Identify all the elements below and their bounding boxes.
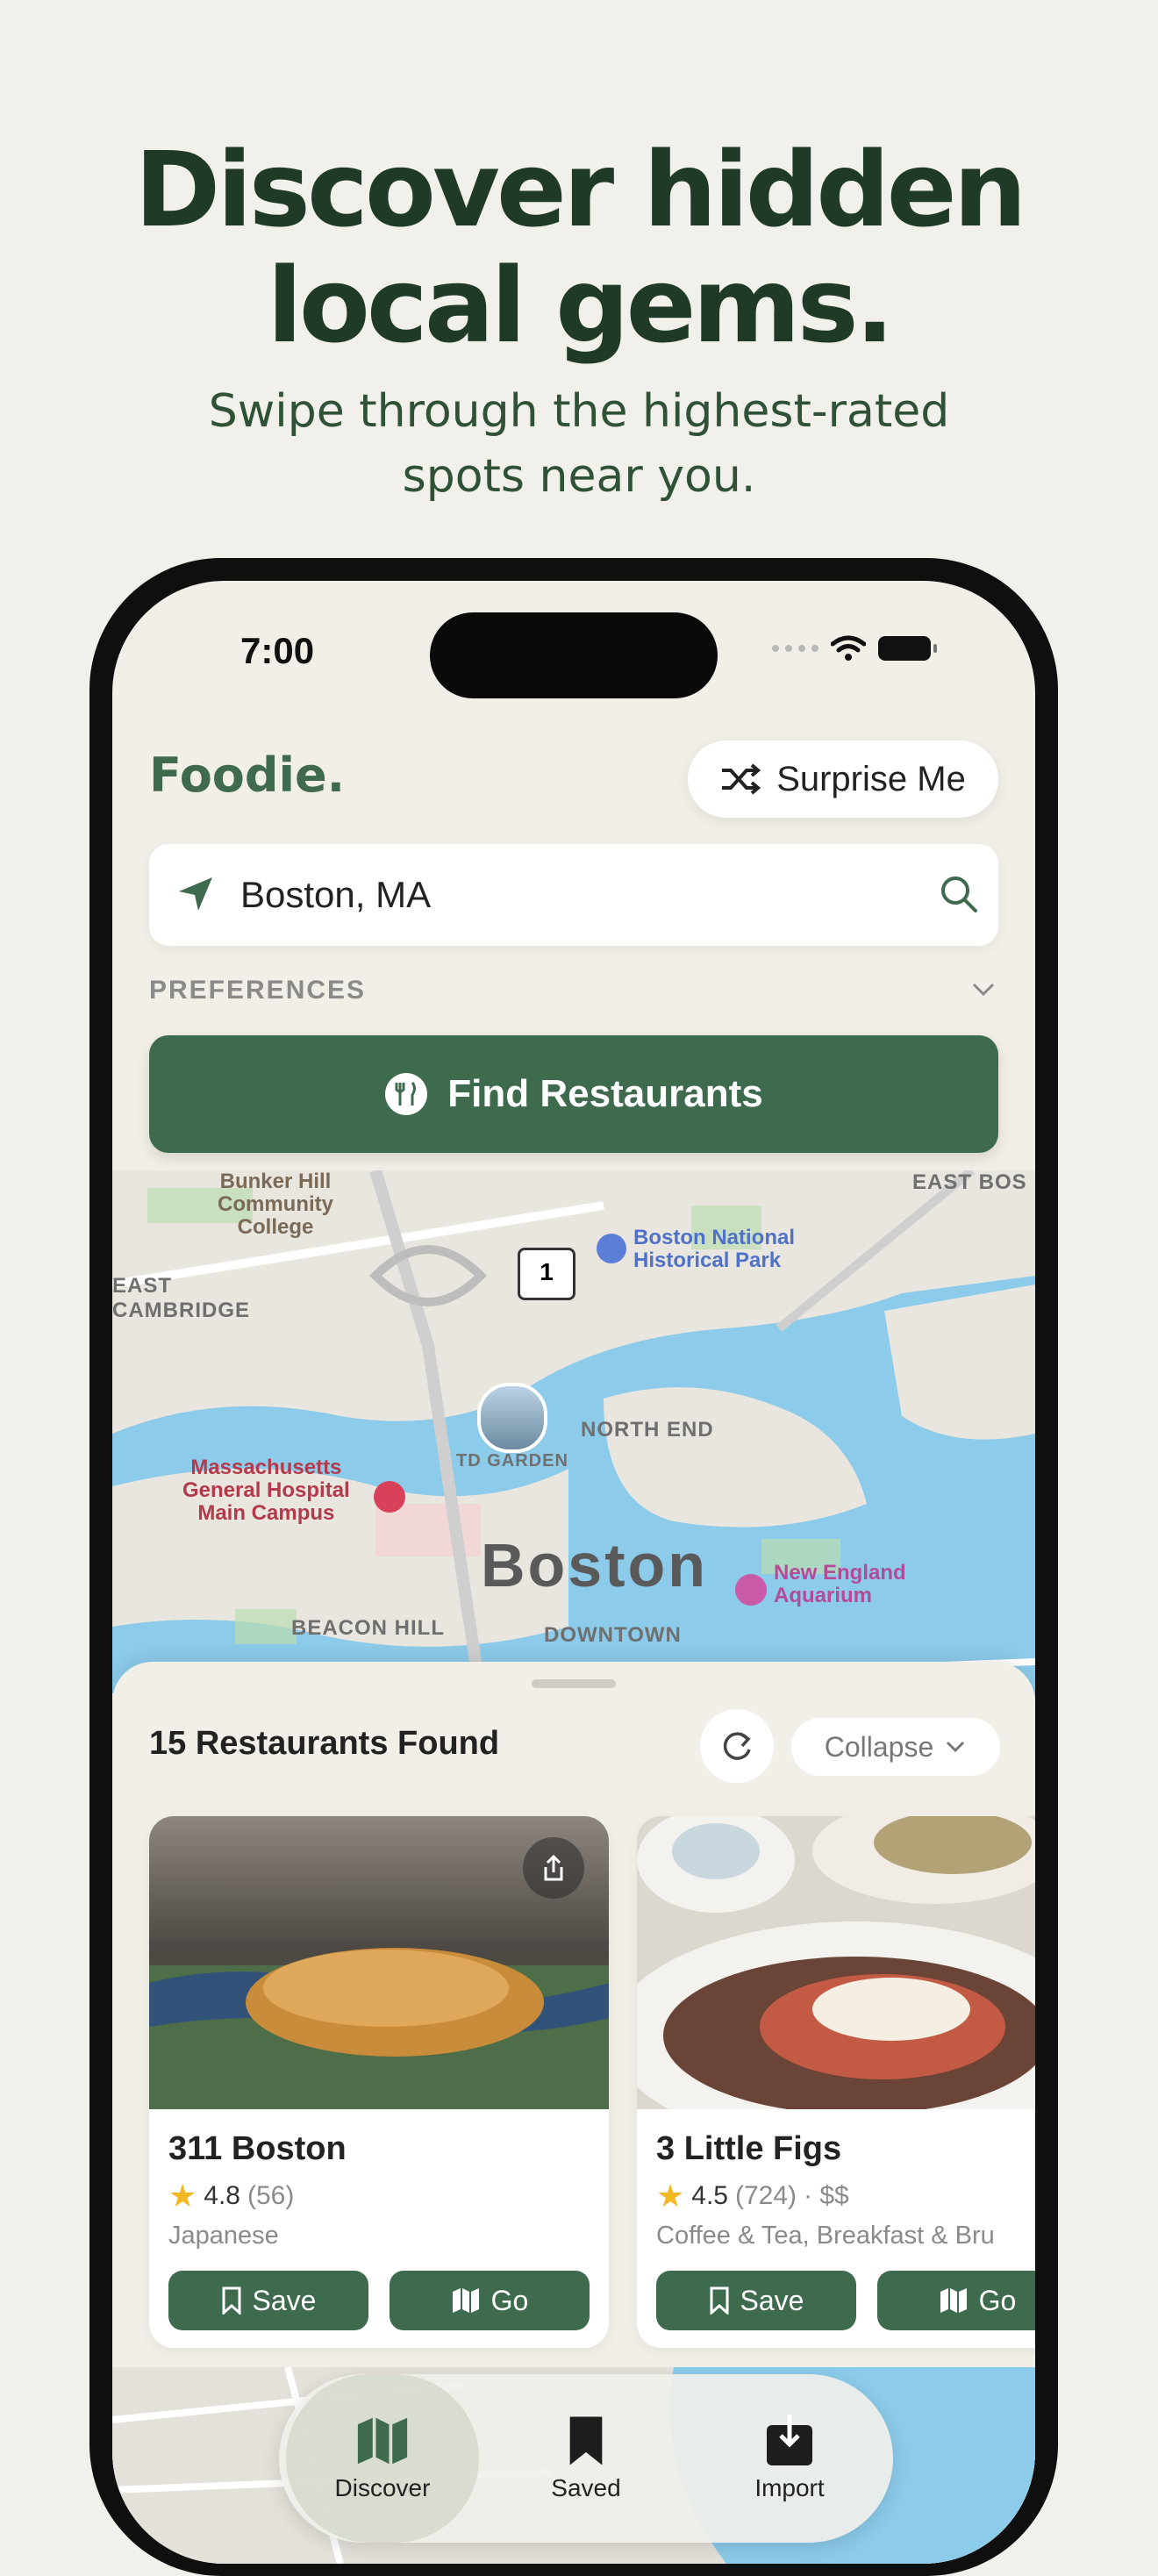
save-label: Save — [252, 2284, 317, 2316]
aquarium-marker-icon[interactable] — [735, 1574, 767, 1606]
preferences-toggle[interactable]: PREFERENCES — [149, 976, 366, 1005]
tab-import-label: Import — [754, 2474, 825, 2501]
tab-saved[interactable]: Saved — [490, 2374, 683, 2543]
map-label-east-boston: EAST BOS — [912, 1170, 1027, 1194]
import-icon — [767, 2415, 812, 2465]
restaurant-rating: ★ 4.5 (724) · $$ — [656, 2178, 849, 2215]
place-photo-marker[interactable] — [477, 1383, 547, 1453]
app-logo: Foodie. — [149, 748, 346, 803]
save-button[interactable]: Save — [656, 2271, 856, 2330]
find-restaurants-label: Find Restaurants — [447, 1072, 763, 1115]
save-button[interactable]: Save — [168, 2271, 368, 2330]
restaurant-name: 3 Little Figs — [656, 2130, 842, 2167]
find-restaurants-button[interactable]: Find Restaurants — [149, 1035, 998, 1153]
shuffle-icon — [722, 763, 761, 795]
marketing-subhead: Swipe through the highest-rated spots ne… — [0, 379, 1158, 509]
restaurant-category: Japanese — [168, 2222, 279, 2250]
park-marker-icon[interactable] — [597, 1234, 626, 1263]
review-count: (56) — [247, 2181, 295, 2210]
phone-screen: 7:00 Foodie. Surprise Me Boston, MA PREF… — [112, 581, 1035, 2564]
map-label-north-end: NORTH END — [581, 1418, 714, 1442]
status-icons — [772, 635, 937, 662]
bookmark-icon — [710, 2286, 729, 2315]
search-icon[interactable] — [939, 874, 979, 914]
headline-line-1: Discover hidden — [134, 129, 1026, 250]
chevron-down-icon[interactable] — [969, 976, 998, 1002]
marketing-headline: Discover hidden local gems. — [0, 132, 1158, 363]
utensils-icon — [385, 1073, 428, 1115]
restaurant-photo — [637, 1816, 1035, 2109]
signal-icon — [772, 645, 818, 652]
rating-value: 4.5 — [691, 2181, 728, 2210]
map-view[interactable]: Bunker Hill Community College EAST CAMBR… — [112, 1170, 1035, 1714]
restaurant-card[interactable]: 311 Boston ★ 4.8 (56) Japanese Save Go — [149, 1816, 609, 2348]
map-label-national-park: Boston National Historical Park — [633, 1226, 795, 1272]
restaurant-rating: ★ 4.8 (56) — [168, 2178, 294, 2215]
map-label-downtown: DOWNTOWN — [544, 1623, 682, 1647]
review-count: (724) — [735, 2181, 797, 2210]
subhead-line-1: Swipe through the highest-rated — [208, 385, 950, 438]
restaurant-category: Coffee & Tea, Breakfast & Bru — [656, 2222, 995, 2250]
tab-bar: Discover Saved Import — [279, 2374, 893, 2543]
headline-line-2: local gems. — [267, 245, 894, 366]
tab-discover[interactable]: Discover — [286, 2374, 479, 2543]
location-arrow-icon — [179, 877, 212, 911]
restaurant-card[interactable]: 3 Little Figs ★ 4.5 (724) · $$ Coffee & … — [637, 1816, 1035, 2348]
price-level: · $$ — [804, 2181, 849, 2210]
collapse-label: Collapse — [824, 1730, 934, 1763]
battery-icon — [878, 636, 937, 661]
go-label: Go — [978, 2284, 1017, 2316]
surprise-me-label: Surprise Me — [776, 759, 966, 798]
chevron-down-icon — [947, 1741, 965, 1753]
sheet-handle[interactable] — [532, 1679, 616, 1688]
map-icon — [357, 2417, 408, 2465]
star-icon: ★ — [168, 2178, 197, 2214]
map-label-beacon-hill: BEACON HILL — [291, 1616, 445, 1640]
go-button[interactable]: Go — [877, 2271, 1035, 2330]
wifi-icon — [831, 635, 866, 661]
bookmark-icon — [222, 2286, 241, 2315]
go-label: Go — [490, 2284, 529, 2316]
restaurant-name: 311 Boston — [168, 2130, 347, 2167]
status-time: 7:00 — [240, 630, 315, 671]
collapse-button[interactable]: Collapse — [791, 1718, 1000, 1776]
map-city-label: Boston — [481, 1531, 709, 1599]
tab-saved-label: Saved — [551, 2474, 621, 2501]
tab-import[interactable]: Import — [693, 2374, 886, 2543]
save-label: Save — [740, 2284, 804, 2316]
share-button[interactable] — [523, 1837, 584, 1899]
go-button[interactable]: Go — [390, 2271, 590, 2330]
tab-discover-label: Discover — [334, 2474, 431, 2501]
location-value: Boston, MA — [240, 874, 432, 915]
map-label-bunker-hill: Bunker Hill Community College — [218, 1170, 333, 1239]
dynamic-island — [430, 612, 718, 698]
surprise-me-button[interactable]: Surprise Me — [688, 741, 998, 818]
star-icon: ★ — [656, 2178, 685, 2214]
map-label-east-cambridge: EAST CAMBRIDGE — [112, 1274, 250, 1322]
hospital-marker-icon[interactable] — [374, 1481, 405, 1513]
location-input[interactable]: Boston, MA — [149, 844, 998, 946]
map-label-td-garden: TD GARDEN — [456, 1451, 568, 1470]
results-count: 15 Restaurants Found — [149, 1725, 500, 1762]
subhead-line-2: spots near you. — [402, 450, 756, 503]
share-icon — [544, 1854, 563, 1881]
refresh-icon — [723, 1732, 751, 1760]
refresh-button[interactable] — [700, 1709, 774, 1783]
map-label-mgh: Massachusetts General Hospital Main Camp… — [182, 1456, 350, 1525]
map-icon — [940, 2288, 967, 2313]
map-icon — [452, 2288, 479, 2313]
bookmark-icon — [569, 2416, 603, 2465]
route-1-shield: 1 — [518, 1248, 575, 1300]
map-label-aquarium: New England Aquarium — [774, 1561, 906, 1607]
rating-value: 4.8 — [204, 2181, 240, 2210]
